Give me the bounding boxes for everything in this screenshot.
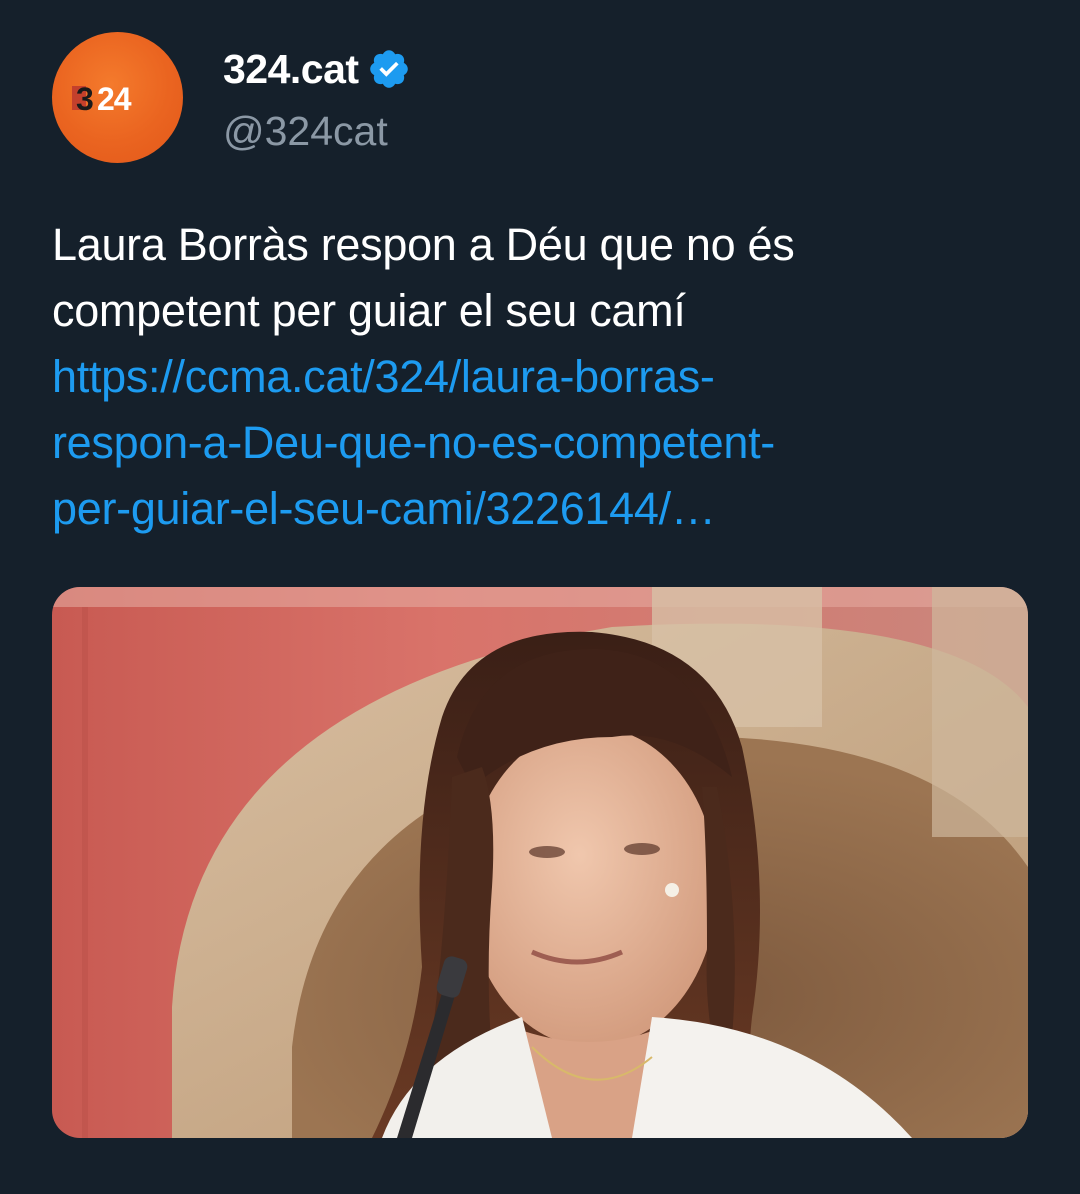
tweet-header: 3 24 324.cat @324cat <box>52 32 411 163</box>
logo-digits-24: 24 <box>97 82 132 114</box>
display-name-row: 324.cat <box>223 46 411 92</box>
article-link[interactable]: https://ccma.cat/324/laura-borras- respo… <box>52 344 1042 542</box>
tweet: 3 24 324.cat @324cat Laura Borràs respon… <box>0 0 1080 1194</box>
brand-logo: 3 24 <box>72 82 133 114</box>
tweet-text-line: competent per guiar el seu camí <box>52 285 686 336</box>
logo-digit-3: 3 <box>76 82 93 114</box>
article-link-line: respon-a-Deu-que-no-es-competent- <box>52 417 775 468</box>
tweet-text: Laura Borràs respon a Déu que no és comp… <box>52 212 1042 542</box>
display-name[interactable]: 324.cat <box>223 46 359 93</box>
article-link-line: per-guiar-el-seu-cami/3226144/… <box>52 483 716 534</box>
tweet-photo[interactable] <box>52 587 1028 1138</box>
account-handle[interactable]: @324cat <box>223 108 411 155</box>
photo-illustration <box>52 587 1028 1138</box>
account-names: 324.cat @324cat <box>223 32 411 155</box>
tweet-text-line: Laura Borràs respon a Déu que no és <box>52 219 795 270</box>
avatar[interactable]: 3 24 <box>52 32 183 163</box>
verified-badge-icon <box>369 50 408 88</box>
article-link-line: https://ccma.cat/324/laura-borras- <box>52 351 715 402</box>
